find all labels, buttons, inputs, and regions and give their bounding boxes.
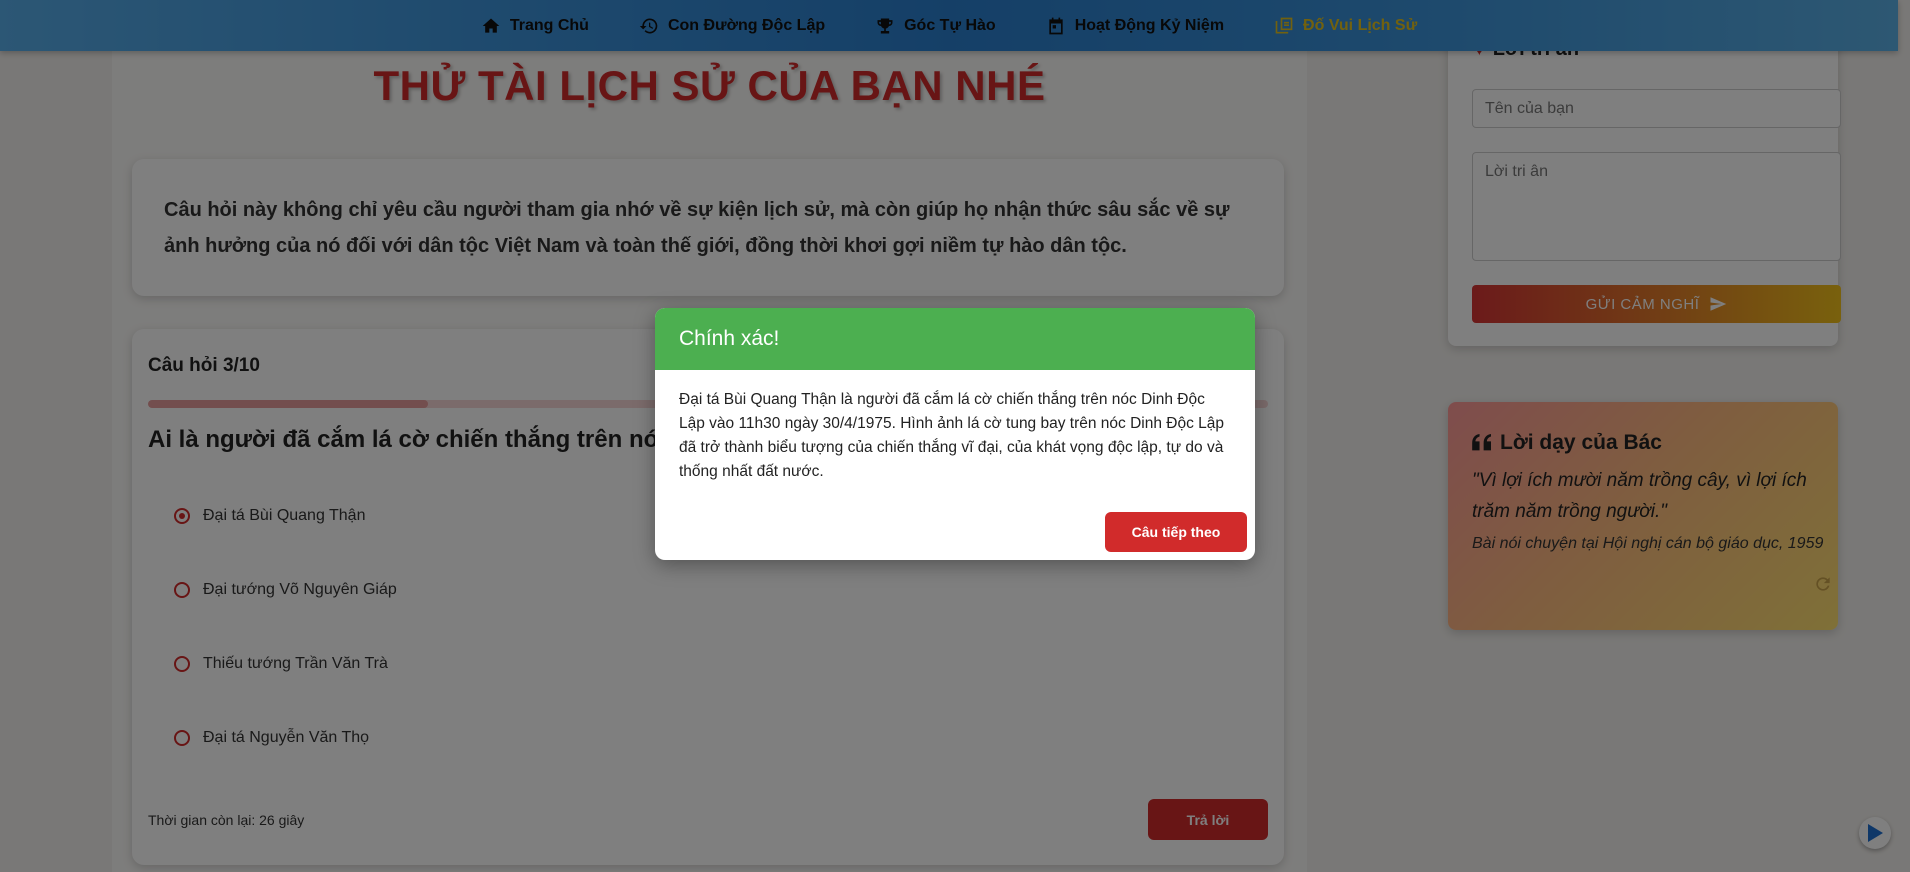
- result-modal: Chính xác! Đại tá Bùi Quang Thận là ngườ…: [655, 308, 1255, 560]
- modal-header: Chính xác!: [655, 308, 1255, 370]
- next-question-button[interactable]: Câu tiếp theo: [1105, 512, 1247, 552]
- modal-title: Chính xác!: [679, 327, 780, 350]
- modal-body: Đại tá Bùi Quang Thận là người đã cắm lá…: [679, 391, 1225, 480]
